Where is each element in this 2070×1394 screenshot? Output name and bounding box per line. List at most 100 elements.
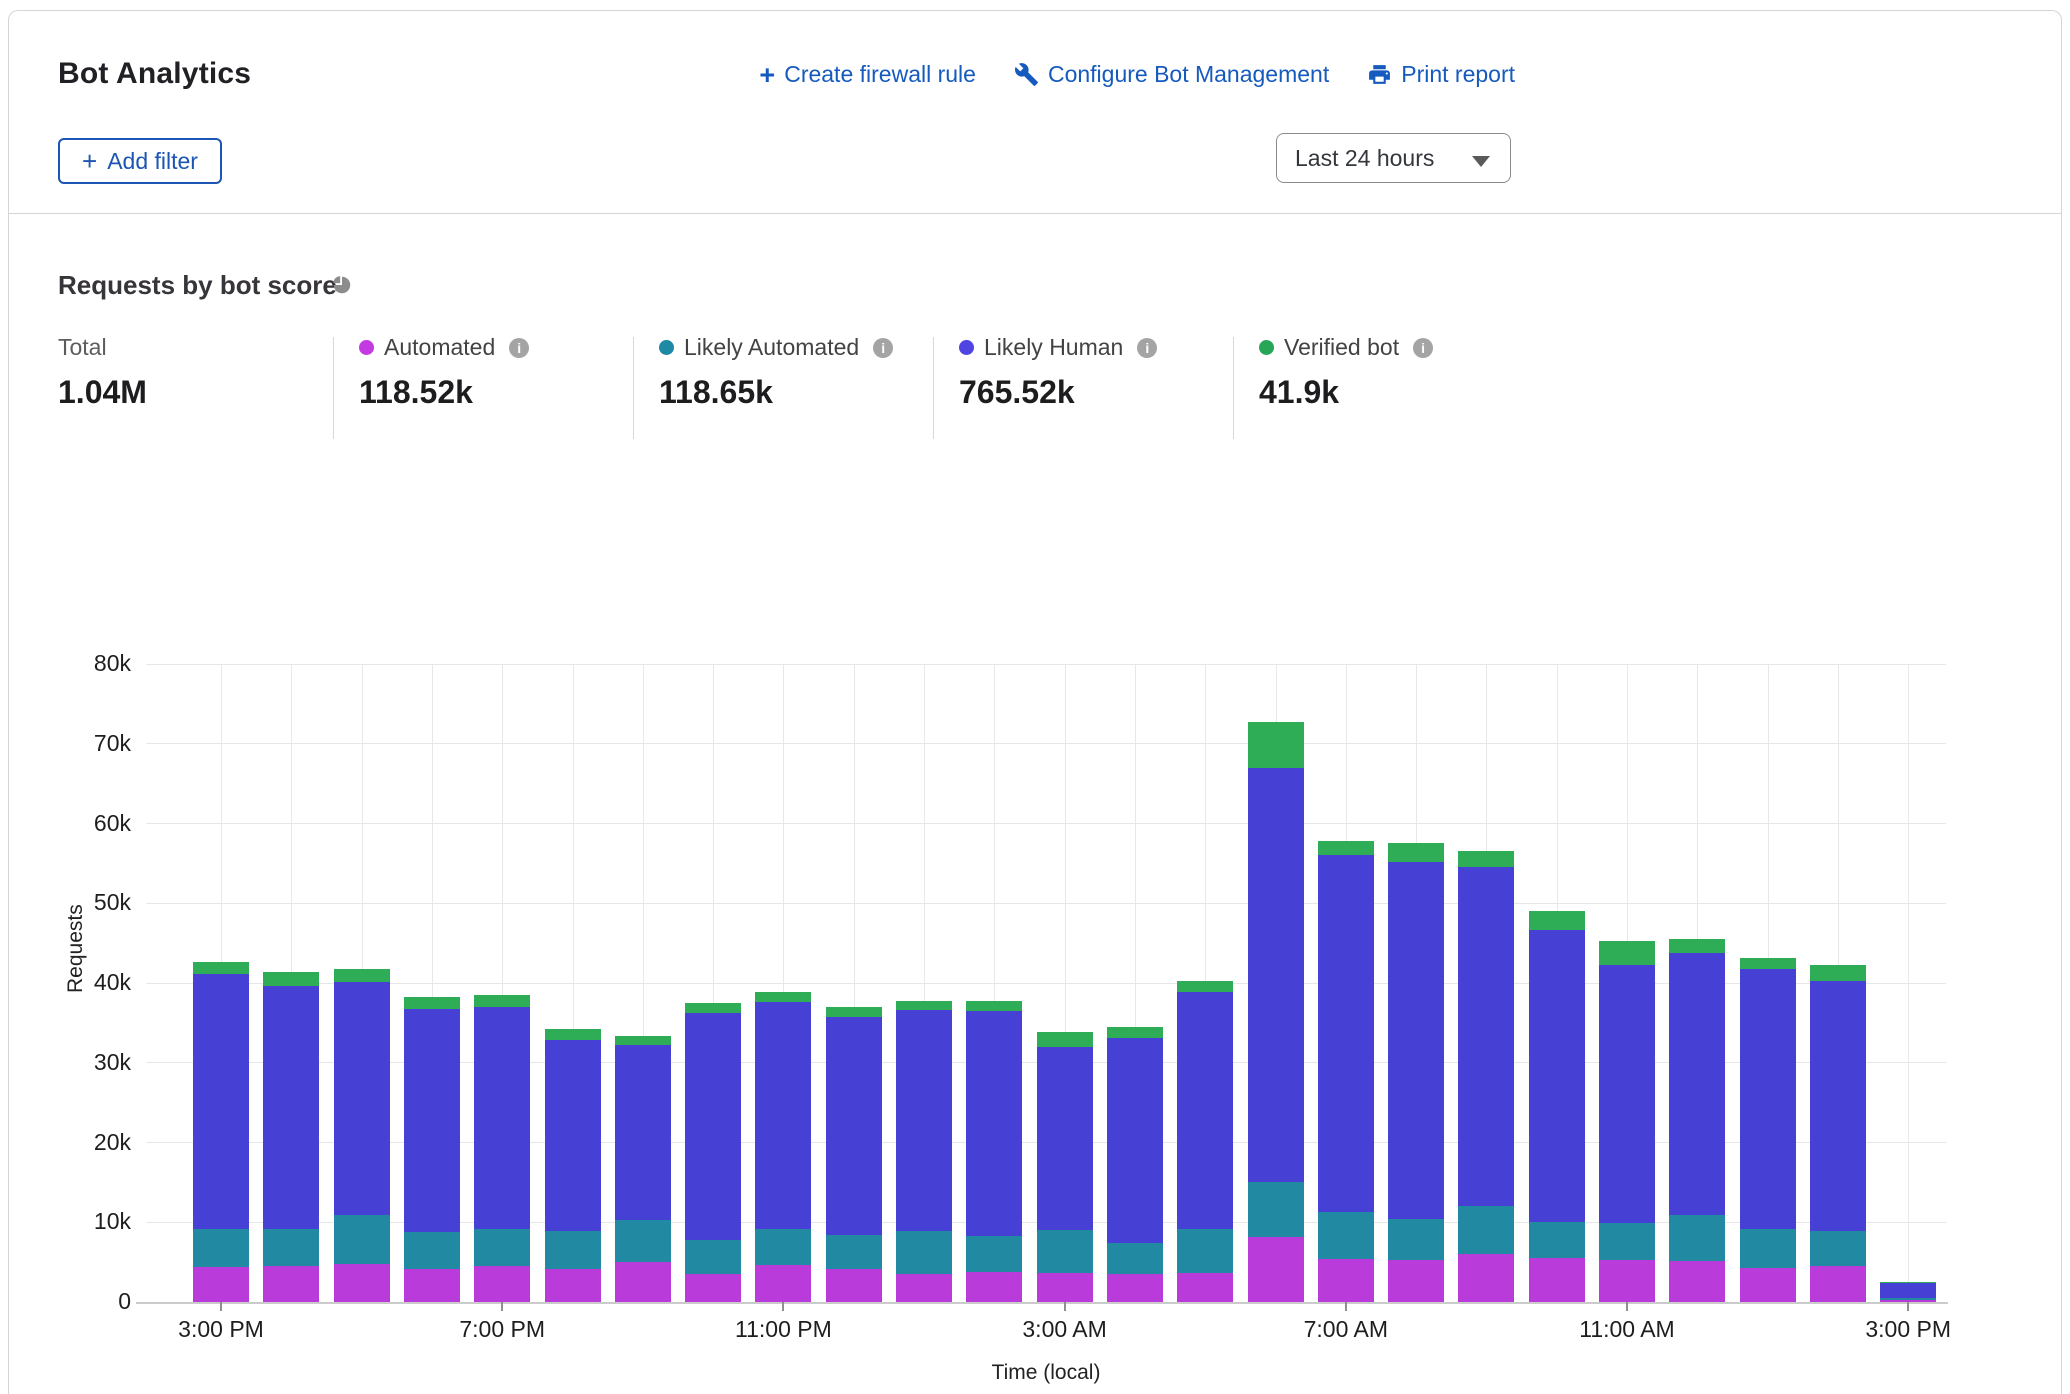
bar-segment-likely-human[interactable] — [1177, 992, 1233, 1230]
info-icon[interactable]: i — [1413, 338, 1433, 358]
info-icon[interactable]: i — [509, 338, 529, 358]
bar-segment-likely-automated[interactable] — [545, 1231, 601, 1269]
bar-segment-automated[interactable] — [474, 1266, 530, 1302]
bar-segment-verified-bot[interactable] — [193, 962, 249, 974]
bar-segment-likely-human[interactable] — [334, 982, 390, 1215]
bar-segment-likely-automated[interactable] — [1318, 1212, 1374, 1259]
bar-segment-automated[interactable] — [755, 1265, 811, 1302]
bar-segment-verified-bot[interactable] — [1318, 841, 1374, 855]
info-icon[interactable]: i — [873, 338, 893, 358]
bar-segment-likely-human[interactable] — [545, 1040, 601, 1231]
bar-segment-automated[interactable] — [334, 1264, 390, 1302]
bar-segment-likely-human[interactable] — [1107, 1038, 1163, 1243]
bar-segment-likely-human[interactable] — [1318, 855, 1374, 1213]
bar-segment-likely-human[interactable] — [615, 1045, 671, 1220]
bar-segment-automated[interactable] — [896, 1274, 952, 1302]
bar-segment-likely-human[interactable] — [1599, 965, 1655, 1223]
bar-segment-likely-human[interactable] — [1740, 969, 1796, 1228]
create-firewall-rule-link[interactable]: + Create firewall rule — [759, 61, 976, 88]
bar-segment-likely-automated[interactable] — [1529, 1222, 1585, 1258]
bar-segment-likely-human[interactable] — [263, 986, 319, 1228]
bar-segment-automated[interactable] — [1037, 1273, 1093, 1303]
bar-segment-likely-automated[interactable] — [755, 1229, 811, 1265]
bar-segment-automated[interactable] — [1669, 1261, 1725, 1302]
bar-segment-automated[interactable] — [404, 1269, 460, 1302]
bar-segment-likely-human[interactable] — [966, 1011, 1022, 1236]
bar-segment-verified-bot[interactable] — [545, 1029, 601, 1039]
bar-segment-verified-bot[interactable] — [755, 992, 811, 1002]
bar-segment-likely-human[interactable] — [1810, 981, 1866, 1231]
bar-segment-likely-automated[interactable] — [966, 1236, 1022, 1272]
bar-segment-verified-bot[interactable] — [404, 997, 460, 1009]
bar-segment-likely-human[interactable] — [685, 1013, 741, 1240]
bar-segment-likely-automated[interactable] — [1599, 1223, 1655, 1260]
bar-segment-verified-bot[interactable] — [1388, 843, 1444, 861]
bar-segment-verified-bot[interactable] — [1529, 911, 1585, 929]
bar-segment-verified-bot[interactable] — [615, 1036, 671, 1045]
bar-segment-verified-bot[interactable] — [474, 995, 530, 1007]
bar-segment-likely-automated[interactable] — [404, 1232, 460, 1269]
bar-segment-likely-automated[interactable] — [1810, 1231, 1866, 1266]
bar-segment-likely-automated[interactable] — [1388, 1219, 1444, 1260]
bar-segment-automated[interactable] — [1599, 1260, 1655, 1302]
add-filter-button[interactable]: + Add filter — [58, 138, 222, 184]
bar-segment-likely-human[interactable] — [826, 1017, 882, 1235]
bar-segment-likely-automated[interactable] — [1458, 1206, 1514, 1254]
bar-segment-automated[interactable] — [615, 1262, 671, 1302]
bar-segment-likely-human[interactable] — [193, 974, 249, 1228]
bar-segment-verified-bot[interactable] — [966, 1001, 1022, 1011]
bar-segment-likely-human[interactable] — [1880, 1283, 1936, 1298]
bar-segment-likely-automated[interactable] — [1248, 1182, 1304, 1237]
time-range-select[interactable]: Last 24 hours — [1276, 133, 1511, 183]
bar-segment-verified-bot[interactable] — [1599, 941, 1655, 965]
bar-segment-automated[interactable] — [1740, 1268, 1796, 1302]
bar-segment-automated[interactable] — [1388, 1260, 1444, 1302]
bar-segment-likely-human[interactable] — [1248, 768, 1304, 1182]
bar-segment-likely-human[interactable] — [474, 1007, 530, 1230]
bar-segment-likely-automated[interactable] — [334, 1215, 390, 1264]
bar-segment-verified-bot[interactable] — [1037, 1032, 1093, 1047]
bar-segment-likely-human[interactable] — [1037, 1047, 1093, 1230]
bar-segment-automated[interactable] — [193, 1267, 249, 1302]
bar-segment-likely-automated[interactable] — [1669, 1215, 1725, 1260]
bar-segment-automated[interactable] — [1810, 1266, 1866, 1302]
bar-segment-verified-bot[interactable] — [263, 972, 319, 986]
bar-segment-automated[interactable] — [826, 1269, 882, 1302]
bar-segment-likely-automated[interactable] — [1037, 1230, 1093, 1272]
bar-segment-likely-human[interactable] — [1388, 862, 1444, 1219]
bar-segment-automated[interactable] — [1248, 1237, 1304, 1302]
bar-segment-automated[interactable] — [685, 1274, 741, 1302]
bar-segment-likely-human[interactable] — [1458, 867, 1514, 1207]
bar-segment-likely-automated[interactable] — [263, 1229, 319, 1266]
bar-segment-automated[interactable] — [966, 1272, 1022, 1302]
bar-segment-automated[interactable] — [1177, 1273, 1233, 1302]
bar-segment-verified-bot[interactable] — [1810, 965, 1866, 980]
bar-segment-automated[interactable] — [545, 1269, 601, 1302]
bar-segment-likely-automated[interactable] — [1880, 1298, 1936, 1300]
bar-segment-automated[interactable] — [1107, 1274, 1163, 1302]
bar-segment-automated[interactable] — [1458, 1254, 1514, 1302]
bar-segment-verified-bot[interactable] — [1880, 1282, 1936, 1283]
bar-segment-verified-bot[interactable] — [685, 1003, 741, 1013]
bar-segment-likely-human[interactable] — [1669, 953, 1725, 1215]
configure-bot-management-link[interactable]: Configure Bot Management — [1014, 61, 1329, 88]
bar-segment-likely-human[interactable] — [1529, 930, 1585, 1223]
bar-segment-likely-automated[interactable] — [685, 1240, 741, 1274]
bar-segment-verified-bot[interactable] — [826, 1007, 882, 1017]
bar-segment-likely-automated[interactable] — [896, 1231, 952, 1274]
bar-segment-likely-human[interactable] — [896, 1010, 952, 1231]
bar-segment-verified-bot[interactable] — [1177, 981, 1233, 992]
bar-segment-verified-bot[interactable] — [1248, 722, 1304, 768]
info-icon[interactable]: i — [1137, 338, 1157, 358]
bar-segment-verified-bot[interactable] — [1740, 958, 1796, 970]
bar-segment-verified-bot[interactable] — [896, 1001, 952, 1011]
bar-segment-likely-automated[interactable] — [826, 1235, 882, 1269]
bar-segment-automated[interactable] — [263, 1266, 319, 1302]
bar-segment-verified-bot[interactable] — [1669, 939, 1725, 953]
print-report-link[interactable]: Print report — [1367, 61, 1515, 88]
bar-segment-verified-bot[interactable] — [334, 969, 390, 982]
bar-segment-likely-automated[interactable] — [193, 1229, 249, 1267]
bar-segment-likely-automated[interactable] — [474, 1229, 530, 1266]
bar-segment-automated[interactable] — [1529, 1258, 1585, 1302]
bar-segment-likely-human[interactable] — [755, 1002, 811, 1229]
